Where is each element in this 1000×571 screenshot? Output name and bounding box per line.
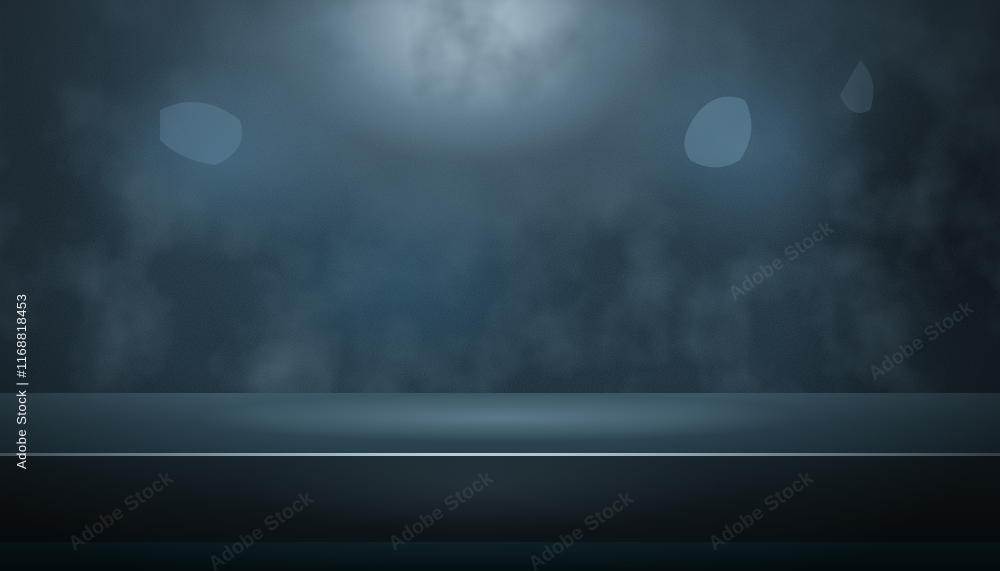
stock-id-label: Adobe Stock | #1168818453 xyxy=(14,293,29,469)
product-display-scene: Adobe Stock Adobe Stock Adobe Stock Adob… xyxy=(0,0,1000,571)
textured-wall xyxy=(0,0,1000,393)
floor-strip xyxy=(0,542,1000,571)
wall-texture xyxy=(0,0,1000,393)
counter-front-face xyxy=(0,456,1000,542)
counter-top-surface xyxy=(0,393,1000,453)
